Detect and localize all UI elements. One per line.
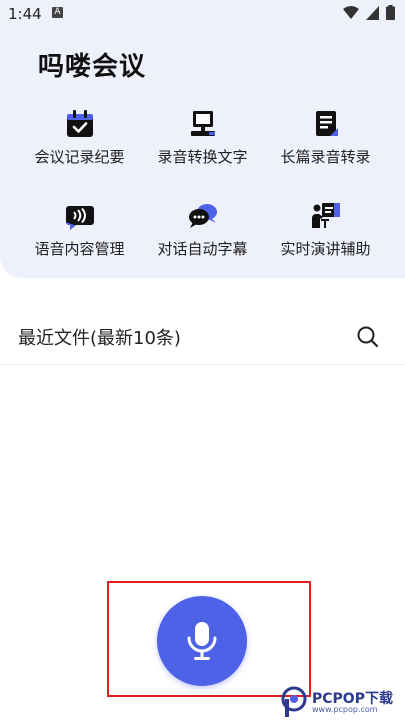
status-icons xyxy=(343,5,395,20)
computer-monitor-icon xyxy=(190,111,215,136)
feature-meeting-minutes[interactable]: 会议记录纪要 xyxy=(17,108,142,167)
calendar-check-icon xyxy=(66,110,93,137)
presenter-icon xyxy=(311,203,340,228)
feature-auto-subtitles[interactable]: 对话自动字幕 xyxy=(140,200,265,259)
feature-label: 录音转换文字 xyxy=(157,148,248,166)
microphone-icon xyxy=(187,622,217,660)
wifi-icon xyxy=(343,5,359,19)
feature-audio-to-text[interactable]: 录音转换文字 xyxy=(140,108,265,167)
feature-label: 实时演讲辅助 xyxy=(280,240,371,258)
battery-icon xyxy=(386,5,395,20)
search-icon[interactable] xyxy=(355,324,381,350)
feature-label: 会议记录纪要 xyxy=(34,148,125,166)
chat-bubbles-icon xyxy=(188,204,217,228)
feature-speech-assist[interactable]: 实时演讲辅助 xyxy=(263,200,388,259)
watermark-url: www.pcpop.com xyxy=(312,705,378,714)
feature-label: 长篇录音转录 xyxy=(280,148,371,166)
feature-long-transcription[interactable]: 长篇录音转录 xyxy=(263,108,388,167)
feature-label: 对话自动字幕 xyxy=(157,240,248,258)
status-bar: 1:44 A xyxy=(0,0,405,28)
voice-bubble-icon xyxy=(65,206,94,230)
cellular-signal-icon xyxy=(366,5,379,20)
app-title: 吗喽会议 xyxy=(38,52,147,82)
recent-files-header: 最近文件(最新10条) xyxy=(0,312,405,365)
feature-voice-management[interactable]: 语音内容管理 xyxy=(17,200,142,259)
notification-badge: A xyxy=(52,7,63,18)
feature-label: 语音内容管理 xyxy=(34,240,125,258)
status-time: 1:44 xyxy=(8,5,42,23)
recent-files-title: 最近文件(最新10条) xyxy=(18,328,181,349)
record-button[interactable] xyxy=(157,596,247,686)
pcpop-logo-icon xyxy=(281,686,307,717)
watermark: PCPOP下载 www.pcpop.com xyxy=(280,684,405,720)
document-list-icon xyxy=(315,111,338,136)
recent-files-list xyxy=(0,365,405,575)
